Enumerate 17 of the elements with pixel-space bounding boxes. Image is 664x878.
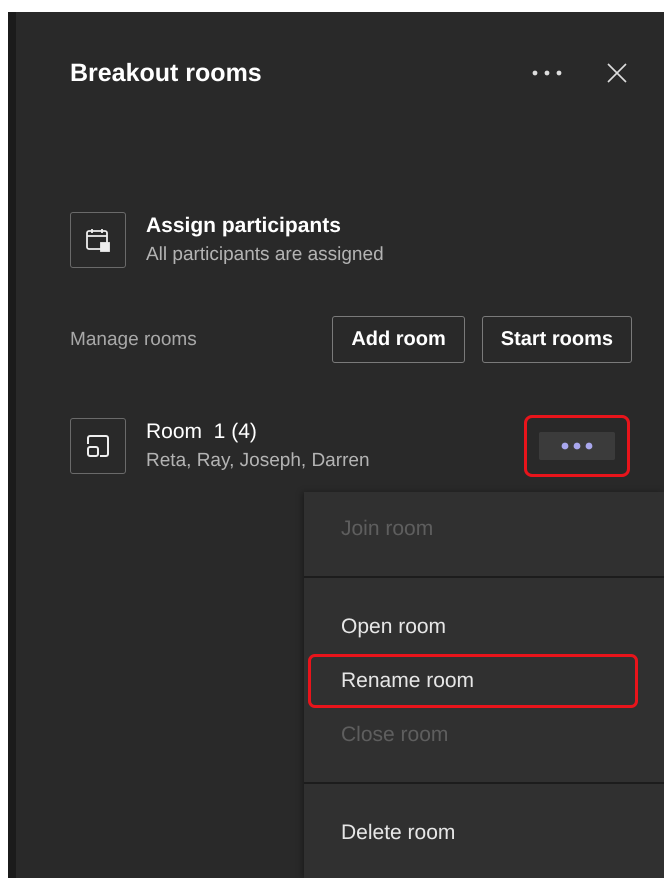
room-more-button[interactable] bbox=[539, 432, 615, 460]
menu-item[interactable]: Rename room bbox=[308, 654, 638, 708]
room-members: Reta, Ray, Joseph, Darren bbox=[146, 450, 370, 472]
menu-item[interactable]: Delete room bbox=[308, 806, 638, 860]
more-icon bbox=[530, 68, 564, 78]
close-icon bbox=[606, 62, 628, 84]
more-icon bbox=[560, 441, 594, 451]
panel-title: Breakout rooms bbox=[70, 58, 263, 88]
room-action-button[interactable]: Add room bbox=[332, 316, 465, 363]
assign-status: All participants are assigned bbox=[146, 244, 384, 266]
room-action-button[interactable]: Start rooms bbox=[482, 316, 632, 363]
menu-item[interactable]: Open room bbox=[308, 600, 638, 654]
calendar-icon bbox=[70, 212, 126, 268]
section-label: Manage rooms bbox=[70, 328, 198, 350]
assign-title: Assign participants bbox=[146, 214, 342, 238]
room-icon bbox=[70, 418, 126, 474]
room-name: Room 1 (4) bbox=[146, 420, 258, 444]
